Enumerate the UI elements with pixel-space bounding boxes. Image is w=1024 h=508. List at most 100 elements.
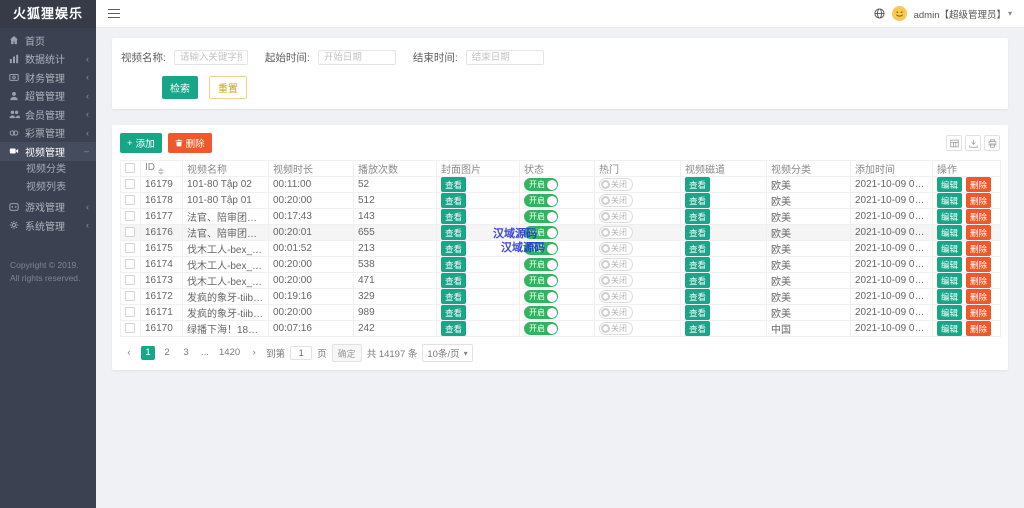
row-checkbox[interactable] — [125, 179, 135, 190]
hot-toggle[interactable]: 关闭 — [599, 226, 633, 239]
edit-button[interactable]: 编辑 — [937, 257, 963, 272]
view-track-button[interactable]: 查看 — [685, 305, 711, 320]
view-track-button[interactable]: 查看 — [685, 225, 711, 240]
row-checkbox[interactable] — [125, 307, 135, 318]
sidebar-item-members[interactable]: 会员管理 ‹ — [0, 105, 96, 124]
view-track-button[interactable]: 查看 — [685, 289, 711, 304]
status-toggle[interactable]: 开启 — [524, 290, 558, 303]
row-checkbox[interactable] — [125, 243, 135, 254]
print-icon[interactable] — [984, 135, 1000, 151]
delete-row-button[interactable]: 删除 — [966, 321, 992, 336]
view-cover-button[interactable]: 查看 — [441, 273, 467, 288]
sidebar-item-admins[interactable]: 超管管理 ‹ — [0, 87, 96, 106]
page-number-button[interactable]: 3 — [179, 346, 193, 360]
sidebar-item-lottery[interactable]: 彩票管理 ‹ — [0, 124, 96, 143]
batch-delete-button[interactable]: 删除 — [167, 133, 212, 153]
edit-button[interactable]: 编辑 — [937, 241, 963, 256]
export-icon[interactable] — [965, 135, 981, 151]
delete-row-button[interactable]: 删除 — [966, 273, 992, 288]
delete-row-button[interactable]: 删除 — [966, 305, 992, 320]
goto-page-input[interactable] — [290, 346, 313, 360]
hot-toggle[interactable]: 关闭 — [599, 274, 633, 287]
row-checkbox[interactable] — [125, 323, 135, 334]
add-button[interactable]: + 添加 — [120, 133, 162, 153]
sidebar-item-stats[interactable]: 数据统计 ‹ — [0, 50, 96, 69]
status-toggle[interactable]: 开启 — [524, 322, 558, 335]
search-button[interactable]: 检索 — [162, 76, 198, 99]
row-checkbox[interactable] — [125, 195, 135, 206]
delete-row-button[interactable]: 删除 — [966, 193, 992, 208]
status-toggle[interactable]: 开启 — [524, 258, 558, 271]
sidebar-item-videos[interactable]: 视频管理 – — [0, 142, 96, 161]
view-cover-button[interactable]: 查看 — [441, 177, 467, 192]
delete-row-button[interactable]: 删除 — [966, 257, 992, 272]
sidebar-item-finance[interactable]: 财务管理 ‹ — [0, 68, 96, 87]
sort-icon[interactable] — [158, 167, 164, 176]
view-cover-button[interactable]: 查看 — [441, 305, 467, 320]
edit-button[interactable]: 编辑 — [937, 273, 963, 288]
hot-toggle[interactable]: 关闭 — [599, 258, 633, 271]
delete-row-button[interactable]: 删除 — [966, 241, 992, 256]
view-track-button[interactable]: 查看 — [685, 209, 711, 224]
view-cover-button[interactable]: 查看 — [441, 321, 467, 336]
status-toggle[interactable]: 开启 — [524, 242, 558, 255]
sidebar-item-games[interactable]: 游戏管理 ‹ — [0, 198, 96, 217]
status-toggle[interactable]: 开启 — [524, 274, 558, 287]
delete-row-button[interactable]: 删除 — [966, 209, 992, 224]
view-cover-button[interactable]: 查看 — [441, 225, 467, 240]
view-cover-button[interactable]: 查看 — [441, 193, 467, 208]
hot-toggle[interactable]: 关闭 — [599, 194, 633, 207]
user-menu[interactable]: admin【超级管理员】 ▾ — [914, 7, 1012, 21]
globe-icon[interactable] — [874, 8, 885, 19]
view-cover-button[interactable]: 查看 — [441, 289, 467, 304]
next-page-button[interactable]: › — [247, 346, 261, 360]
edit-button[interactable]: 编辑 — [937, 177, 963, 192]
hot-toggle[interactable]: 关闭 — [599, 306, 633, 319]
start-date-input[interactable] — [317, 50, 396, 65]
edit-button[interactable]: 编辑 — [937, 305, 963, 320]
hot-toggle[interactable]: 关闭 — [599, 322, 633, 335]
view-cover-button[interactable]: 查看 — [441, 241, 467, 256]
per-page-select[interactable]: 10条/页 ▾ — [422, 344, 473, 362]
sidebar-subitem-video-list[interactable]: 视频列表 — [0, 179, 96, 198]
page-number-button[interactable]: 1420 — [217, 346, 242, 360]
view-cover-button[interactable]: 查看 — [441, 209, 467, 224]
edit-button[interactable]: 编辑 — [937, 225, 963, 240]
sidebar-item-home[interactable]: 首页 — [0, 31, 96, 50]
view-track-button[interactable]: 查看 — [685, 257, 711, 272]
view-track-button[interactable]: 查看 — [685, 321, 711, 336]
view-track-button[interactable]: 查看 — [685, 273, 711, 288]
page-number-button[interactable]: 2 — [160, 346, 174, 360]
row-checkbox[interactable] — [125, 275, 135, 286]
reset-button[interactable]: 重置 — [209, 76, 247, 99]
hot-toggle[interactable]: 关闭 — [599, 242, 633, 255]
select-all-checkbox[interactable] — [125, 163, 135, 174]
row-checkbox[interactable] — [125, 227, 135, 238]
menu-toggle-icon[interactable] — [108, 8, 120, 19]
delete-row-button[interactable]: 删除 — [966, 177, 992, 192]
view-cover-button[interactable]: 查看 — [441, 257, 467, 272]
columns-filter-icon[interactable] — [946, 135, 962, 151]
row-checkbox[interactable] — [125, 291, 135, 302]
edit-button[interactable]: 编辑 — [937, 209, 963, 224]
prev-page-button[interactable]: ‹ — [122, 346, 136, 360]
view-track-button[interactable]: 查看 — [685, 241, 711, 256]
hot-toggle[interactable]: 关闭 — [599, 210, 633, 223]
delete-row-button[interactable]: 删除 — [966, 289, 992, 304]
edit-button[interactable]: 编辑 — [937, 321, 963, 336]
row-checkbox[interactable] — [125, 259, 135, 270]
edit-button[interactable]: 编辑 — [937, 289, 963, 304]
end-date-input[interactable] — [465, 50, 544, 65]
status-toggle[interactable]: 开启 — [524, 210, 558, 223]
edit-button[interactable]: 编辑 — [937, 193, 963, 208]
avatar[interactable] — [891, 6, 907, 21]
page-number-button[interactable]: 1 — [141, 346, 155, 360]
video-name-input[interactable] — [173, 50, 248, 65]
sidebar-item-system[interactable]: 系统管理 ‹ — [0, 216, 96, 235]
sidebar-subitem-video-category[interactable]: 视频分类 — [0, 161, 96, 180]
view-track-button[interactable]: 查看 — [685, 193, 711, 208]
view-track-button[interactable]: 查看 — [685, 177, 711, 192]
status-toggle[interactable]: 开启 — [524, 178, 558, 191]
row-checkbox[interactable] — [125, 211, 135, 222]
status-toggle[interactable]: 开启 — [524, 194, 558, 207]
